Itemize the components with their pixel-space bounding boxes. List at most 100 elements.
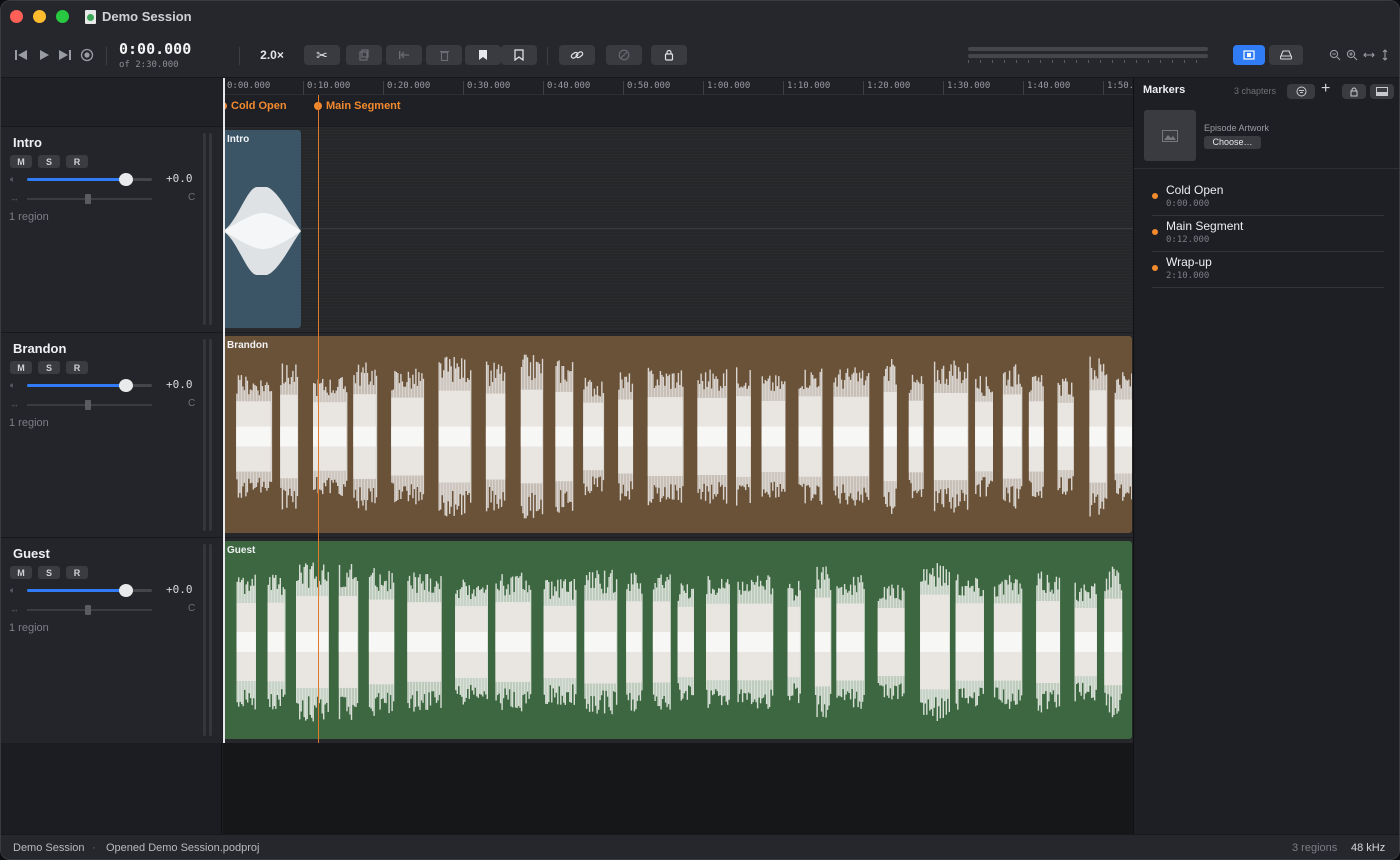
pan-value: C: [188, 398, 196, 409]
volume-fill: [27, 589, 126, 592]
ruler-tick: 1:10.000: [783, 81, 830, 95]
track-header-spacer: [1, 78, 222, 127]
pan-knob[interactable]: [85, 400, 91, 410]
skip-forward-icon[interactable]: [57, 47, 73, 63]
speaker-icon: 🔈︎: [10, 585, 16, 595]
delete-button[interactable]: [426, 45, 462, 65]
track-header-guest[interactable]: Guest M S R 🔈︎ +0.0 ↔ C 1 region: [1, 537, 222, 743]
track-lane-brandon[interactable]: Brandon: [223, 332, 1133, 537]
link-button[interactable]: [559, 45, 595, 65]
copy-button[interactable]: [346, 45, 382, 65]
region-label: Guest: [227, 545, 256, 556]
minimize-window-button[interactable]: [33, 10, 46, 23]
trash-icon: [439, 51, 449, 61]
track-meter-right: [209, 339, 212, 531]
track-name[interactable]: Guest: [13, 546, 50, 561]
toolbar: 0:00.000 of 2:30.000 2.0× ✂: [1, 33, 1399, 78]
fit-horizontal-icon[interactable]: [1362, 48, 1376, 62]
cut-button[interactable]: ✂: [304, 45, 340, 65]
record-arm-button[interactable]: R: [66, 566, 88, 579]
mute-button[interactable]: M: [10, 155, 32, 168]
track-header-intro[interactable]: Intro M S R 🔈︎ +0.0 ↔ C 1 region: [1, 126, 222, 332]
solo-button[interactable]: S: [38, 361, 60, 374]
pan-value: C: [188, 192, 196, 203]
playhead[interactable]: [318, 95, 319, 743]
solo-button[interactable]: S: [38, 155, 60, 168]
toolbar-divider: [239, 47, 240, 65]
ruler-tick: 1:20.000: [863, 81, 910, 95]
track-lane-guest[interactable]: Guest: [223, 537, 1133, 743]
ruler-tick: 1:40.000: [1023, 81, 1070, 95]
playback-speed-button[interactable]: 2.0×: [253, 47, 291, 63]
volume-knob[interactable]: [118, 379, 133, 392]
mute-button[interactable]: M: [10, 566, 32, 579]
view-mode-button[interactable]: [1233, 45, 1265, 65]
artwork-thumbnail[interactable]: [1144, 110, 1196, 161]
panel-layout-button[interactable]: [1370, 84, 1394, 99]
region-count: 1 region: [9, 211, 49, 223]
speaker-icon: 🔈︎: [10, 380, 16, 390]
fit-vertical-icon[interactable]: [1379, 48, 1391, 62]
status-session-name: Demo Session: [13, 842, 85, 854]
status-region-count: 3 regions: [1292, 842, 1338, 854]
pan-slider[interactable]: [27, 194, 152, 204]
lock-markers-button[interactable]: [1342, 84, 1366, 99]
solo-button[interactable]: S: [38, 566, 60, 579]
volume-value: +0.0: [166, 583, 193, 596]
audio-region-guest[interactable]: Guest: [223, 541, 1132, 739]
add-chapter-icon[interactable]: +: [1321, 80, 1330, 98]
filter-button[interactable]: [1287, 84, 1315, 99]
marker-label: Main Segment: [326, 100, 401, 112]
chapter-item[interactable]: Wrap-up 2:10.000: [1152, 252, 1384, 288]
waveform: [236, 354, 1132, 519]
trim-start-button[interactable]: [386, 45, 422, 65]
zoom-in-icon[interactable]: [1345, 48, 1359, 62]
lock-button[interactable]: [651, 45, 687, 65]
marker-lane[interactable]: Cold Open Main Segment: [223, 95, 1133, 127]
track-header-brandon[interactable]: Brandon M S R 🔈︎ +0.0 ↔ C 1 region: [1, 332, 222, 537]
disable-button[interactable]: [606, 45, 642, 65]
zoom-out-icon[interactable]: [1328, 48, 1342, 62]
pan-knob[interactable]: [85, 605, 91, 615]
ruler-tick: 0:30.000: [463, 81, 510, 95]
pan-slider[interactable]: [27, 400, 152, 410]
track-meter-right: [209, 133, 212, 325]
volume-knob[interactable]: [118, 584, 133, 597]
choose-artwork-button[interactable]: Choose…: [1204, 136, 1261, 149]
volume-knob[interactable]: [118, 173, 133, 186]
timeline-marker-main-segment[interactable]: Main Segment: [314, 100, 401, 112]
volume-slider[interactable]: [27, 379, 152, 392]
output-button[interactable]: [1269, 45, 1303, 65]
close-window-button[interactable]: [10, 10, 23, 23]
volume-slider[interactable]: [27, 584, 152, 597]
chapter-item[interactable]: Main Segment 0:12.000: [1152, 216, 1384, 252]
record-arm-button[interactable]: R: [66, 361, 88, 374]
link-icon: [570, 51, 584, 59]
pan-slider[interactable]: [27, 605, 152, 615]
time-ruler[interactable]: 0:00.000 0:10.000 0:20.000 0:30.000 0:40.000…: [223, 78, 1133, 95]
pan-knob[interactable]: [85, 194, 91, 204]
track-name[interactable]: Brandon: [13, 341, 66, 356]
add-marker-button[interactable]: [465, 45, 501, 65]
chapter-item[interactable]: Cold Open 0:00.000: [1152, 180, 1384, 216]
record-icon[interactable]: [79, 47, 95, 63]
audio-region-brandon[interactable]: Brandon: [223, 336, 1132, 533]
record-arm-button[interactable]: R: [66, 155, 88, 168]
volume-slider[interactable]: [27, 173, 152, 186]
track-headers: Intro M S R 🔈︎ +0.0 ↔ C 1 region Brandon…: [1, 78, 222, 834]
timeline[interactable]: 0:00.000 0:10.000 0:20.000 0:30.000 0:40.000…: [223, 78, 1133, 834]
waveform: [223, 187, 301, 275]
ruler-tick: 0:00.000: [223, 81, 270, 95]
empty-track-area[interactable]: [223, 743, 1133, 834]
play-icon[interactable]: [36, 47, 52, 63]
marker-list-button[interactable]: [501, 45, 537, 65]
audio-region-intro[interactable]: Intro: [223, 130, 301, 328]
speaker-icon: 🔈︎: [10, 174, 16, 184]
mute-button[interactable]: M: [10, 361, 32, 374]
zoom-window-button[interactable]: [56, 10, 69, 23]
track-lane-intro[interactable]: Intro: [223, 126, 1133, 332]
track-name[interactable]: Intro: [13, 135, 42, 150]
skip-back-icon[interactable]: [13, 47, 29, 63]
volume-fill: [27, 384, 126, 387]
timeline-marker-cold-open[interactable]: Cold Open: [223, 100, 287, 112]
